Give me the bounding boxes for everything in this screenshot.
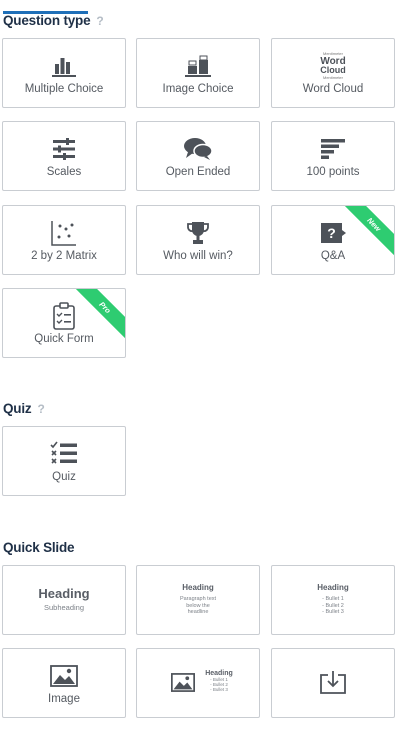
section-title-text: Quiz — [3, 401, 32, 416]
card-word-cloud[interactable]: Mentimeter Word Cloud Mentimeter Word Cl… — [271, 38, 395, 108]
section-title-text: Quick Slide — [3, 540, 75, 555]
card-qa[interactable]: ? Q&A New — [271, 205, 395, 275]
word-cloud-small-text: Mentimeter — [322, 75, 343, 80]
slide-paragraph: Paragraph text below the headline — [179, 596, 217, 615]
slide-heading: Heading — [205, 670, 233, 677]
trophy-icon — [137, 220, 259, 246]
horizontal-bars-icon — [272, 136, 394, 162]
card-label: 2 by 2 Matrix — [31, 250, 97, 262]
card-label: Quiz — [52, 471, 76, 483]
card-open-ended[interactable]: Open Ended — [136, 121, 260, 191]
image-choice-icon — [137, 53, 259, 79]
badge-label: Pro — [69, 289, 125, 343]
new-badge: New — [334, 206, 394, 266]
slide-subheading: Subheading — [43, 603, 85, 612]
card-label: Multiple Choice — [24, 83, 104, 95]
card-label: Who will win? — [163, 250, 233, 262]
sliders-icon — [3, 136, 125, 162]
card-import-slide[interactable] — [271, 648, 395, 718]
card-paragraph-slide[interactable]: Heading Paragraph text below the headlin… — [136, 565, 260, 635]
card-100-points[interactable]: 100 points — [271, 121, 395, 191]
pro-badge: Pro — [65, 289, 125, 349]
help-icon[interactable]: ? — [96, 14, 103, 28]
card-label: Image Choice — [162, 83, 234, 95]
card-label: 100 points — [306, 166, 360, 178]
image-icon — [3, 663, 125, 689]
card-image-bullets-slide[interactable]: Heading - Bullet 1 - Bullet 2 - Bullet 3 — [136, 648, 260, 718]
image-icon — [171, 673, 195, 697]
slide-heading: Heading — [317, 583, 349, 592]
card-who-will-win[interactable]: Who will win? — [136, 205, 260, 275]
card-quiz[interactable]: Quiz — [2, 426, 126, 496]
card-image-slide[interactable]: Image — [2, 648, 126, 718]
scatter-matrix-icon — [3, 220, 125, 246]
card-image-choice[interactable]: Image Choice — [136, 38, 260, 108]
quiz-checklist-icon — [3, 441, 125, 467]
card-label: Open Ended — [165, 166, 231, 178]
section-title-question-type: Question type? — [3, 13, 104, 28]
card-scales[interactable]: Scales — [2, 121, 126, 191]
speech-bubbles-icon — [137, 136, 259, 162]
card-multiple-choice[interactable]: Multiple Choice — [2, 38, 126, 108]
word-cloud-word: Cloud — [320, 65, 346, 75]
word-cloud-icon: Mentimeter Word Cloud Mentimeter — [272, 51, 394, 81]
card-label: Word Cloud — [302, 83, 364, 95]
slide-bullet: - Bullet 3 — [322, 609, 344, 615]
card-heading-slide[interactable]: Heading Subheading — [2, 565, 126, 635]
section-title-text: Question type — [3, 13, 91, 28]
help-icon[interactable]: ? — [37, 402, 44, 416]
badge-label: New — [338, 206, 394, 260]
bar-chart-icon — [3, 53, 125, 79]
card-2-by-2-matrix[interactable]: 2 by 2 Matrix — [2, 205, 126, 275]
slide-bullet: - Bullet 3 — [210, 687, 228, 692]
import-icon — [272, 669, 394, 695]
card-label: Scales — [46, 166, 82, 178]
slide-heading: Heading — [38, 586, 90, 601]
card-bullets-slide[interactable]: Heading - Bullet 1 - Bullet 2 - Bullet 3 — [271, 565, 395, 635]
slide-heading: Heading — [182, 583, 214, 592]
section-title-quiz: Quiz? — [3, 401, 45, 416]
section-title-quick-slide: Quick Slide — [3, 540, 75, 555]
card-quick-form[interactable]: Quick Form Pro — [2, 288, 126, 358]
card-label: Image — [48, 693, 80, 705]
